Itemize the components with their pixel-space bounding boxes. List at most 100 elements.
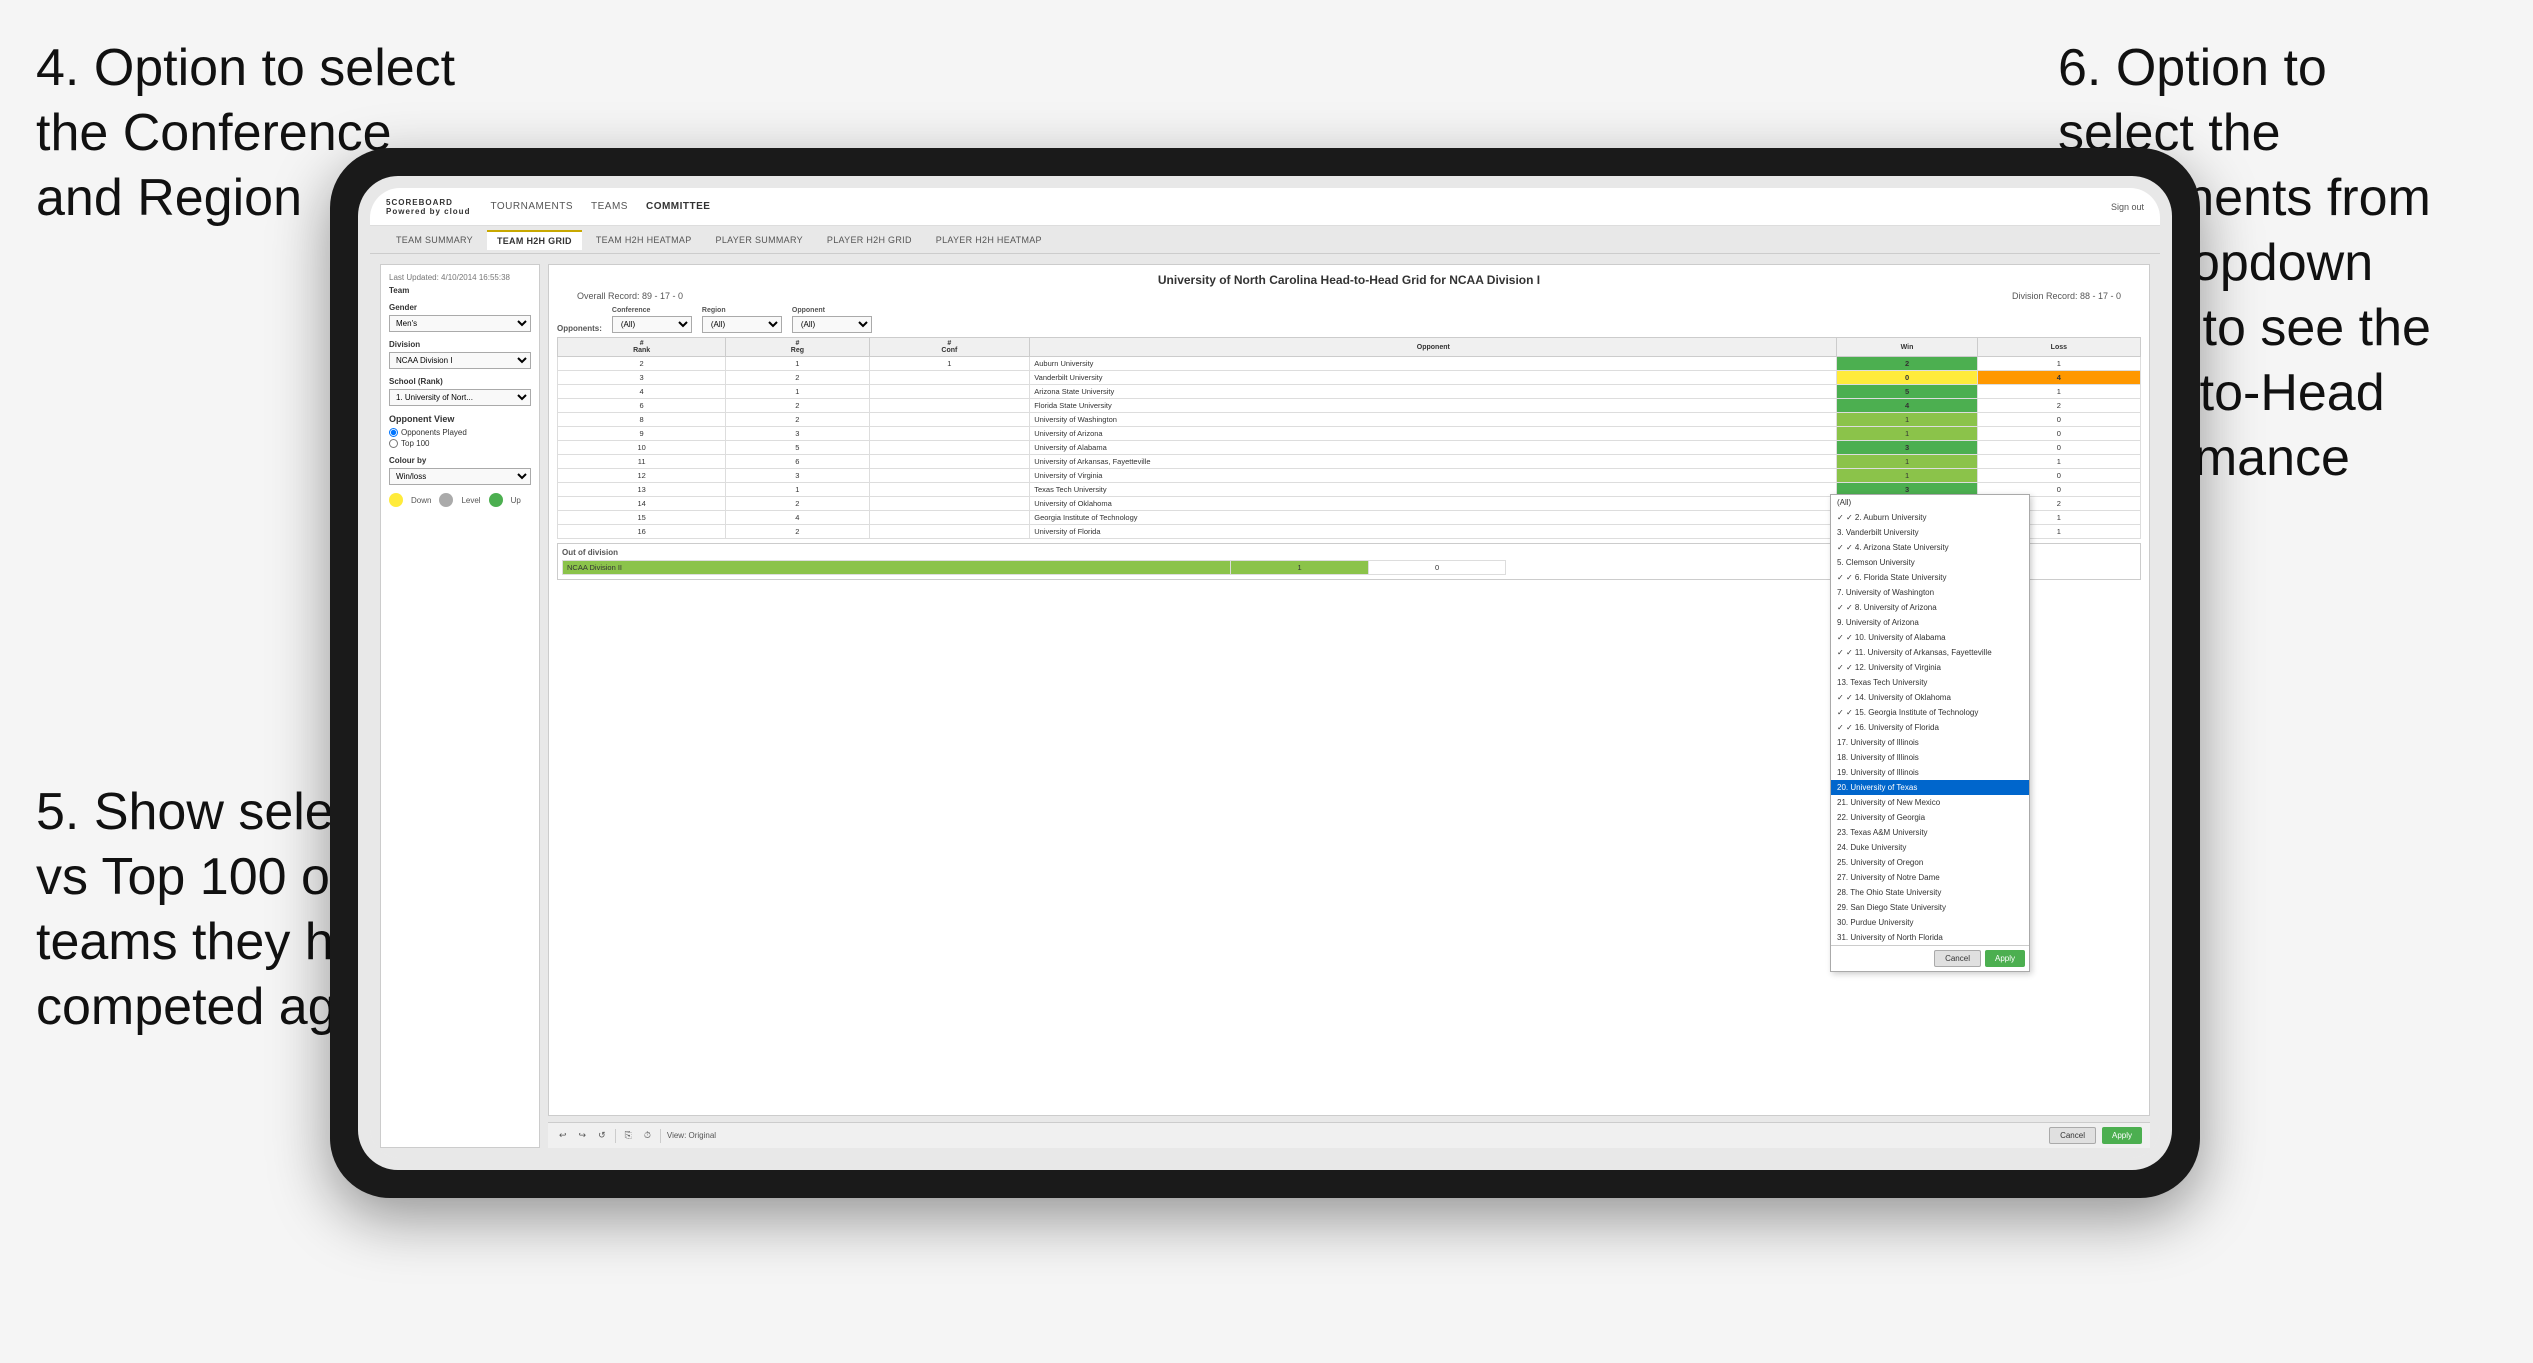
color-legend: Down Level Up [389,493,531,507]
dropdown-item[interactable]: ✓ 8. University of Arizona [1831,600,2029,615]
dropdown-item[interactable]: 21. University of New Mexico [1831,795,2029,810]
dropdown-item[interactable]: 20. University of Texas [1831,780,2029,795]
cell-loss: 1 [1977,357,2140,371]
redo-btn[interactable]: ↪ [576,1129,590,1142]
colour-select[interactable]: Win/loss [389,468,531,485]
opponent-view-section: Opponent View Opponents Played Top 100 [389,414,531,448]
school-section: School (Rank) 1. University of Nort... [389,377,531,406]
dropdown-item[interactable]: ✓ 15. Georgia Institute of Technology [1831,705,2029,720]
dropdown-item[interactable]: 19. University of Illinois [1831,765,2029,780]
dropdown-item[interactable]: 27. University of Notre Dame [1831,870,2029,885]
cell-opponent: University of Virginia [1030,469,1837,483]
dropdown-item[interactable]: ✓ 14. University of Oklahoma [1831,690,2029,705]
cell-opponent: Texas Tech University [1030,483,1837,497]
dropdown-cancel[interactable]: Cancel [1934,950,1981,967]
table-header-row: #Rank #Reg #Conf Opponent Win Loss [558,338,2141,357]
tablet-screen: 5COREBOARD Powered by cloud TOURNAMENTS … [370,188,2160,1158]
dropdown-item[interactable]: ✓ 2. Auburn University [1831,510,2029,525]
tablet-inner: 5COREBOARD Powered by cloud TOURNAMENTS … [358,176,2172,1170]
tab-player-h2h-heatmap[interactable]: PLAYER H2H HEATMAP [926,231,1052,249]
dropdown-item[interactable]: 29. San Diego State University [1831,900,2029,915]
nav-signout[interactable]: Sign out [2111,202,2144,212]
cell-conf [869,455,1030,469]
conference-select[interactable]: (All) [612,316,692,333]
dropdown-item[interactable]: ✓ 6. Florida State University [1831,570,2029,585]
cell-opponent: Arizona State University [1030,385,1837,399]
dropdown-item[interactable]: ✓ 16. University of Florida [1831,720,2029,735]
legend-up-dot [489,493,503,507]
cell-rank: 9 [558,427,726,441]
division-select[interactable]: NCAA Division I [389,352,531,369]
legend-level-label: Level [461,496,480,505]
dropdown-item[interactable]: 7. University of Washington [1831,585,2029,600]
dropdown-item[interactable]: ✓ 11. University of Arkansas, Fayettevil… [1831,645,2029,660]
tab-team-summary[interactable]: TEAM SUMMARY [386,231,483,249]
dropdown-item[interactable]: 18. University of Illinois [1831,750,2029,765]
opponent-view-label: Opponent View [389,414,531,424]
dropdown-item[interactable]: 9. University of Arizona [1831,615,2029,630]
dropdown-item[interactable]: 5. Clemson University [1831,555,2029,570]
cell-loss: 0 [1977,441,2140,455]
cell-conf [869,441,1030,455]
dropdown-item[interactable]: 28. The Ohio State University [1831,885,2029,900]
legend-level-dot [439,493,453,507]
dropdown-item[interactable]: 30. Purdue University [1831,915,2029,930]
school-select[interactable]: 1. University of Nort... [389,389,531,406]
cell-opponent: University of Arizona [1030,427,1837,441]
nav-tournaments[interactable]: TOURNAMENTS [490,201,573,212]
nav-teams[interactable]: TEAMS [591,201,628,212]
tab-team-h2h-heatmap[interactable]: TEAM H2H HEATMAP [586,231,702,249]
dropdown-item[interactable]: 23. Texas A&M University [1831,825,2029,840]
table-row: 10 5 University of Alabama 3 0 [558,441,2141,455]
opponent-select[interactable]: (All) [792,316,872,333]
dropdown-item[interactable]: (All) [1831,495,2029,510]
cancel-button[interactable]: Cancel [2049,1127,2096,1144]
dropdown-item[interactable]: ✓ 10. University of Alabama [1831,630,2029,645]
cell-rank: 2 [558,357,726,371]
table-row: 8 2 University of Washington 1 0 [558,413,2141,427]
logo-sub: Powered by cloud [386,207,470,216]
dropdown-item[interactable]: 22. University of Georgia [1831,810,2029,825]
clock-btn[interactable]: ⏱ [641,1129,654,1142]
cell-opponent: Auburn University [1030,357,1837,371]
dropdown-item[interactable]: 17. University of Illinois [1831,735,2029,750]
out-division-loss: 0 [1368,561,1506,575]
cell-win: 5 [1837,385,1977,399]
table-row: 2 1 1 Auburn University 2 1 [558,357,2141,371]
dropdown-apply[interactable]: Apply [1985,950,2025,967]
cell-reg: 6 [726,455,869,469]
tab-player-summary[interactable]: PLAYER SUMMARY [706,231,813,249]
region-select[interactable]: (All) [702,316,782,333]
conference-filter-label: Conference [612,307,692,314]
refresh-btn[interactable]: ↺ [595,1129,609,1142]
nav-links: TOURNAMENTS TEAMS COMMITTEE [490,201,710,212]
tab-player-h2h-grid[interactable]: PLAYER H2H GRID [817,231,922,249]
gender-select[interactable]: Men's [389,315,531,332]
toolbar-divider-1 [615,1129,616,1143]
region-filter: Region (All) [702,307,782,333]
cell-win: 1 [1837,427,1977,441]
copy-btn[interactable]: ⎘ [622,1129,635,1142]
dropdown-item[interactable]: 13. Texas Tech University [1831,675,2029,690]
out-division-win: 1 [1231,561,1368,575]
undo-btn[interactable]: ↩ [556,1129,570,1142]
cell-rank: 3 [558,371,726,385]
dropdown-item[interactable]: 24. Duke University [1831,840,2029,855]
apply-button[interactable]: Apply [2102,1127,2142,1144]
dropdown-item[interactable]: 31. University of North Florida [1831,930,2029,945]
cell-opponent: Florida State University [1030,399,1837,413]
cell-win: 3 [1837,441,1977,455]
tab-h2h-grid[interactable]: TEAM H2H GRID [487,230,582,250]
dropdown-item[interactable]: 25. University of Oregon [1831,855,2029,870]
h2h-header: University of North Carolina Head-to-Hea… [557,273,2141,287]
nav-committee[interactable]: COMMITTEE [646,201,711,212]
opponent-dropdown[interactable]: (All)✓ 2. Auburn University3. Vanderbilt… [1830,494,2030,972]
out-division-table: NCAA Division II 1 0 [562,560,1506,575]
th-rank: #Rank [558,338,726,357]
dropdown-item[interactable]: 3. Vanderbilt University [1831,525,2029,540]
radio-opponents-played[interactable]: Opponents Played [389,428,531,437]
gender-section: Gender Men's [389,303,531,332]
dropdown-item[interactable]: ✓ 12. University of Virginia [1831,660,2029,675]
dropdown-item[interactable]: ✓ 4. Arizona State University [1831,540,2029,555]
radio-top100[interactable]: Top 100 [389,439,531,448]
